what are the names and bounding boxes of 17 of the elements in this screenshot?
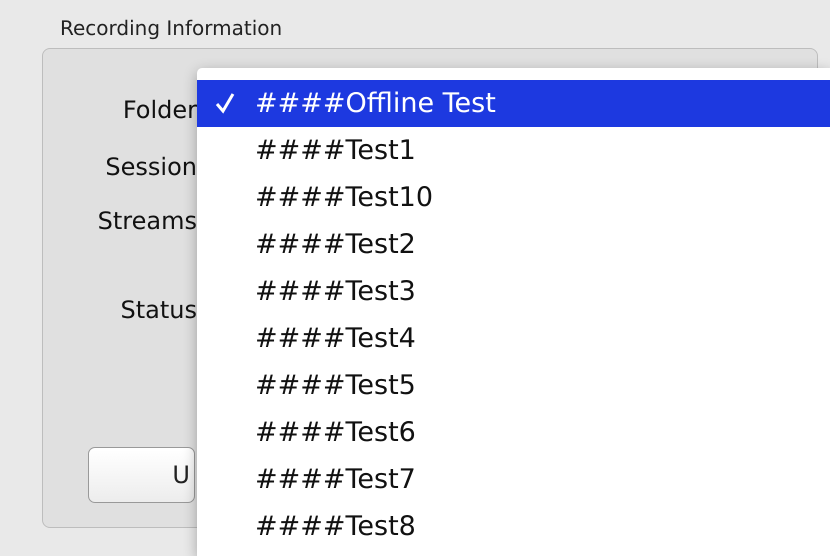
group-title: Recording Information: [60, 16, 282, 40]
menu-item[interactable]: ####Test6: [197, 409, 830, 456]
menu-item[interactable]: ####Test3: [197, 268, 830, 315]
menu-item[interactable]: ####Test5: [197, 362, 830, 409]
menu-item[interactable]: ####Test10: [197, 174, 830, 221]
action-button[interactable]: U: [88, 447, 195, 503]
field-label: Session: [105, 153, 197, 181]
menu-item[interactable]: ####Test4: [197, 315, 830, 362]
field-label: Status: [120, 296, 197, 324]
menu-item[interactable]: ####Test7: [197, 456, 830, 503]
menu-item[interactable]: ####Test8: [197, 503, 830, 550]
menu-item[interactable]: ####Test1: [197, 127, 830, 174]
menu-item[interactable]: ####Offline Test: [197, 80, 830, 127]
field-label: Folder: [122, 96, 197, 124]
field-label: Streams: [98, 207, 197, 235]
checkmark-icon: [215, 92, 235, 114]
menu-item[interactable]: ####Test2: [197, 221, 830, 268]
